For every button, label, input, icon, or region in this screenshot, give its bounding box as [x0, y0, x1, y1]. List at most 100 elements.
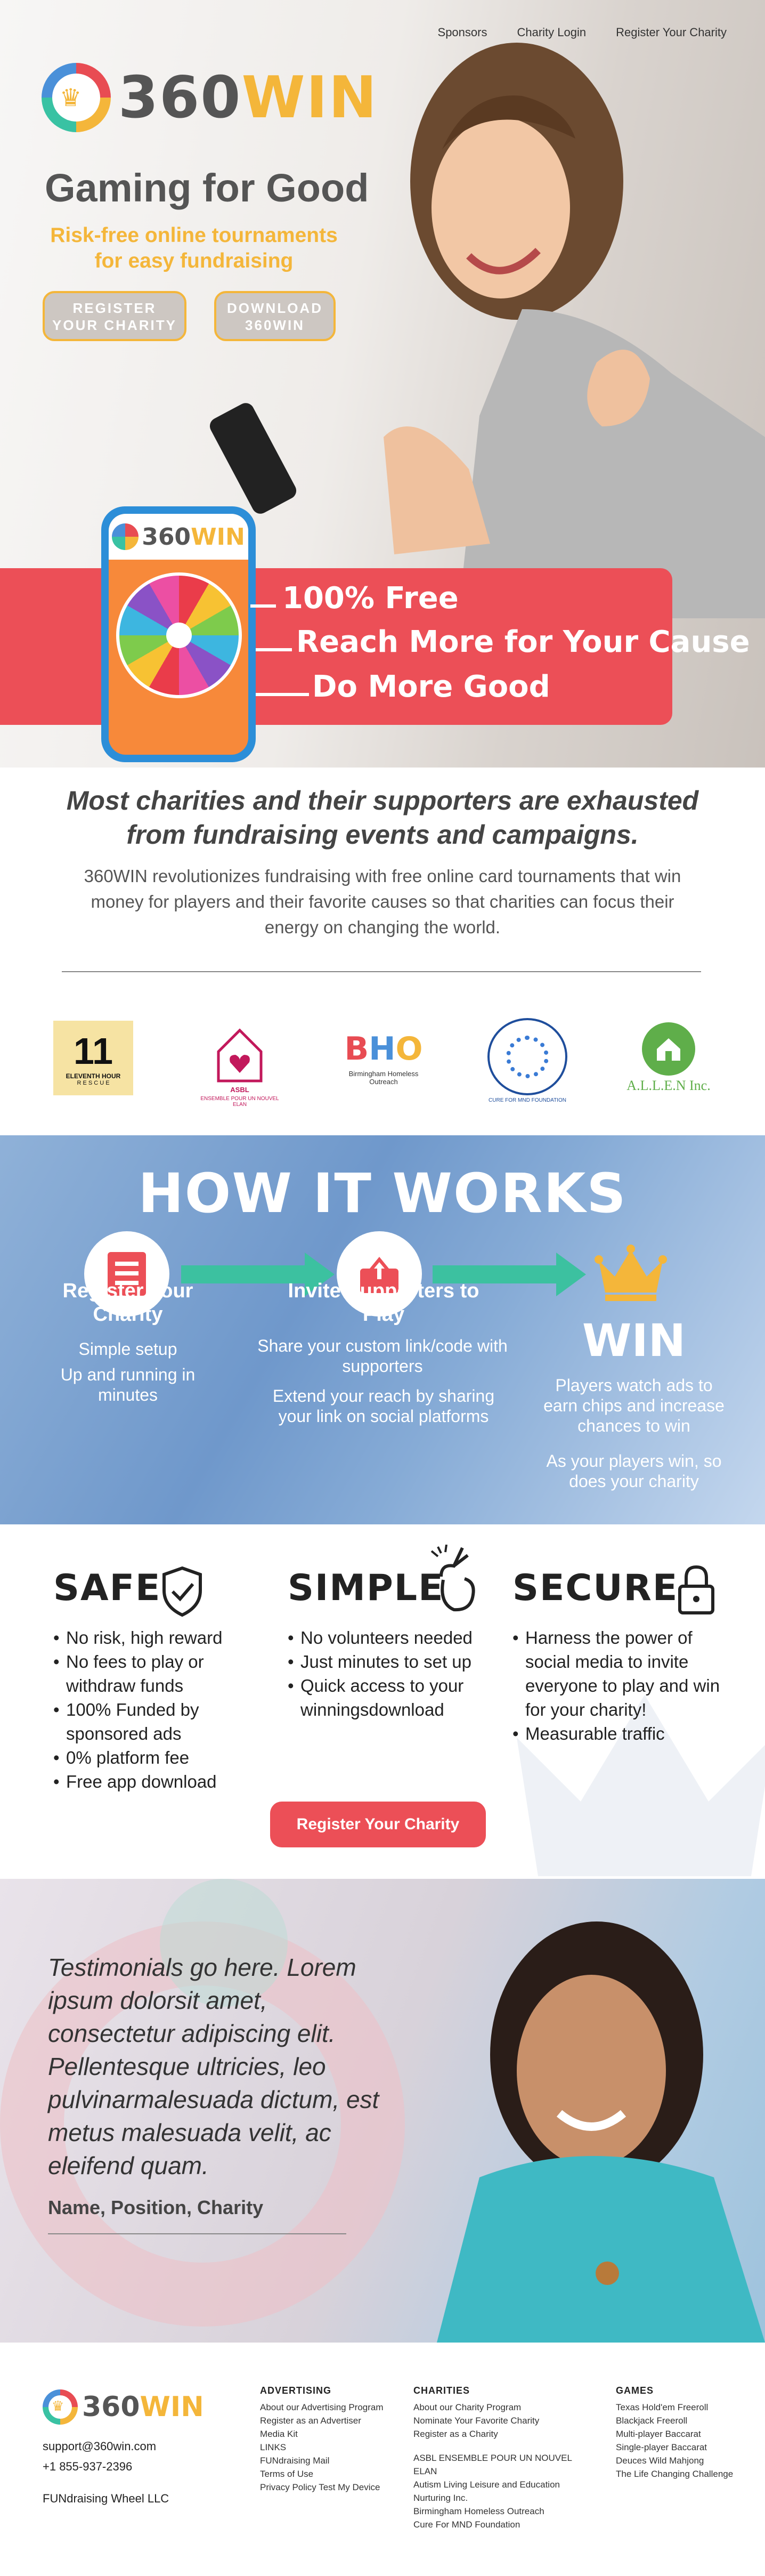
footer-link[interactable]: Birmingham Homeless Outreach: [413, 2505, 595, 2518]
claim-reach: Reach More for Your Cause: [296, 625, 750, 659]
footer-link[interactable]: Blackjack Freeroll: [616, 2414, 749, 2427]
hero-subtitle: Risk-free online tournaments for easy fu…: [50, 224, 338, 272]
hero-section: Sponsors Charity Login Register Your Cha…: [0, 0, 765, 768]
list-item: 100% Funded by sponsored ads: [53, 1698, 256, 1746]
crown-icon: ♛: [60, 84, 82, 111]
list-item: Quick access to your winningsdownload: [288, 1674, 511, 1722]
footer-link[interactable]: Media Kit: [260, 2427, 409, 2441]
allen-logo-icon: [642, 1022, 695, 1076]
prize-wheel-icon: [116, 572, 242, 698]
list-item: Harness the power of social media to inv…: [512, 1626, 726, 1722]
sponsor-allen[interactable]: A.L.L.E.N Inc.: [618, 1018, 719, 1098]
list-item: 0% platform fee: [53, 1746, 256, 1770]
download-app-button[interactable]: DOWNLOAD 360WIN: [214, 291, 336, 341]
step-invite-title: Invite Supporters to Play: [288, 1280, 479, 1326]
sponsor-logos: 11 ELEVENTH HOUR R E S C U E ASBL ENSEMB…: [0, 997, 765, 1135]
intro-headline: Most charities and their supporters are …: [66, 786, 699, 850]
sponsor-bho[interactable]: BHO Birmingham Homeless Outreach: [336, 1018, 432, 1098]
footer-link[interactable]: Register as an Advertiser: [260, 2414, 409, 2427]
step-register-line: Simple setup: [78, 1339, 177, 1359]
footer-link[interactable]: Register as a Charity: [413, 2427, 595, 2441]
footer-link[interactable]: ASBL ENSEMBLE POUR UN NOUVEL ELAN: [413, 2451, 595, 2478]
brand-wordmark: 360WIN: [118, 64, 378, 131]
register-charity-button[interactable]: REGISTER YOUR CHARITY: [43, 291, 186, 341]
footer: ♛ 360WIN support@360win.com +1 855-937-2…: [0, 2343, 765, 2576]
simple-title: SIMPLE: [288, 1567, 444, 1609]
logo-ring-icon: [112, 523, 139, 550]
nav-charity-login[interactable]: Charity Login: [517, 26, 586, 39]
footer-link[interactable]: Single-player Baccarat: [616, 2441, 749, 2454]
footer-company: FUNdraising Wheel LLC: [43, 2492, 169, 2505]
claim-connector: [256, 693, 309, 696]
logo-ring-icon: ♛: [43, 2389, 78, 2425]
sponsor-asbl[interactable]: ASBL ENSEMBLE POUR UN NOUVEL ELAN: [200, 1018, 280, 1114]
footer-logo[interactable]: ♛ 360WIN: [43, 2389, 204, 2425]
claim-connector: [250, 604, 276, 608]
step-win-title: WIN: [582, 1314, 686, 1367]
logo-ring-icon: ♛: [42, 63, 111, 132]
eleventh-hour-logo-icon: 11 ELEVENTH HOUR R E S C U E: [53, 1021, 133, 1095]
step-invite-line: Share your custom link/code with support…: [257, 1336, 508, 1376]
footer-link[interactable]: Privacy Policy Test My Device: [260, 2481, 409, 2494]
testimonial-section: Testimonials go here. Lorem ipsum dolors…: [0, 1879, 765, 2343]
testimonial-quote: Testimonials go here. Lorem ipsum dolors…: [48, 1953, 379, 2179]
list-item: No risk, high reward: [53, 1626, 256, 1650]
sponsor-eleventh-hour[interactable]: 11 ELEVENTH HOUR R E S C U E: [53, 1018, 133, 1098]
footer-link[interactable]: Terms of Use: [260, 2467, 409, 2481]
step-win-line: Players watch ads to earn chips and incr…: [543, 1376, 725, 1435]
secure-title: SECURE: [512, 1567, 679, 1609]
footer-col-charities: CHARITIES About our Charity Program Nomi…: [413, 2385, 595, 2531]
padlock-icon: [678, 1565, 714, 1614]
how-it-works-section: HOW IT WORKS Register your Charity Simpl…: [0, 1135, 765, 1524]
nav-register-charity[interactable]: Register Your Charity: [616, 26, 727, 39]
footer-link[interactable]: Nominate Your Favorite Charity: [413, 2414, 595, 2427]
top-nav: Sponsors Charity Login Register Your Cha…: [438, 26, 727, 39]
house-heart-icon: [217, 1028, 263, 1082]
divider: [62, 971, 701, 972]
footer-col-games: GAMES Texas Hold'em Freeroll Blackjack F…: [616, 2385, 749, 2481]
testimonial-author: Name, Position, Charity: [48, 2197, 264, 2218]
bho-logo-icon: BHO: [344, 1030, 423, 1068]
fingers-crossed-icon: [430, 1545, 475, 1612]
intro-body: 360WIN revolutionizes fundraising with f…: [84, 866, 681, 937]
footer-link[interactable]: Autism Living Leisure and Education Nurt…: [413, 2478, 595, 2505]
step-invite-line: Extend your reach by sharing your link o…: [272, 1386, 495, 1426]
phone-mockup: 360WIN: [101, 506, 256, 762]
footer-link[interactable]: FUNdraising Mail: [260, 2454, 409, 2467]
footer-link[interactable]: About our Advertising Program: [260, 2401, 409, 2414]
hero-title: Gaming for Good: [45, 166, 369, 210]
list-item: Measurable traffic: [512, 1722, 726, 1746]
shield-check-icon: [162, 1566, 202, 1617]
step-win-line: As your players win, so does your charit…: [546, 1451, 722, 1491]
features-section: SAFE No risk, high reward No fees to pla…: [0, 1524, 765, 1879]
intro-section: Most charities and their supporters are …: [0, 768, 765, 997]
footer-link[interactable]: Multi-player Baccarat: [616, 2427, 749, 2441]
footer-email[interactable]: support@360win.com: [43, 2436, 156, 2457]
footer-link[interactable]: LINKS: [260, 2441, 409, 2454]
nav-sponsors[interactable]: Sponsors: [438, 26, 487, 39]
step-register-title: Register your Charity: [62, 1280, 193, 1326]
footer-link[interactable]: About our Charity Program: [413, 2401, 595, 2414]
step-register-line: Up and running in minutes: [60, 1365, 196, 1404]
register-charity-cta-button[interactable]: Register Your Charity: [270, 1802, 486, 1847]
list-item: Just minutes to set up: [288, 1650, 511, 1674]
secure-list: Harness the power of social media to inv…: [512, 1626, 726, 1746]
footer-link[interactable]: Cure For MND Foundation: [413, 2518, 595, 2531]
crown-icon: [595, 1245, 667, 1301]
crown-icon: ♛: [52, 2398, 64, 2414]
footer-link[interactable]: The Life Changing Challenge: [616, 2467, 749, 2481]
divider: [48, 2233, 346, 2234]
sponsor-cure-mnd[interactable]: CURE FOR MND FOUNDATION: [485, 1018, 570, 1103]
footer-phone[interactable]: +1 855-937-2396: [43, 2457, 156, 2477]
simple-list: No volunteers needed Just minutes to set…: [288, 1626, 511, 1722]
safe-list: No risk, high reward No fees to play or …: [53, 1626, 256, 1794]
list-item: No volunteers needed: [288, 1626, 511, 1650]
claim-free: 100% Free: [282, 581, 459, 616]
brand-logo[interactable]: ♛ 360WIN: [42, 63, 378, 132]
cure-mnd-logo-icon: [487, 1018, 567, 1095]
list-item: No fees to play or withdraw funds: [53, 1650, 256, 1698]
footer-link[interactable]: Deuces Wild Mahjong: [616, 2454, 749, 2467]
list-item: Free app download: [53, 1770, 256, 1794]
step-win: [588, 1231, 673, 1317]
footer-link[interactable]: Texas Hold'em Freeroll: [616, 2401, 749, 2414]
